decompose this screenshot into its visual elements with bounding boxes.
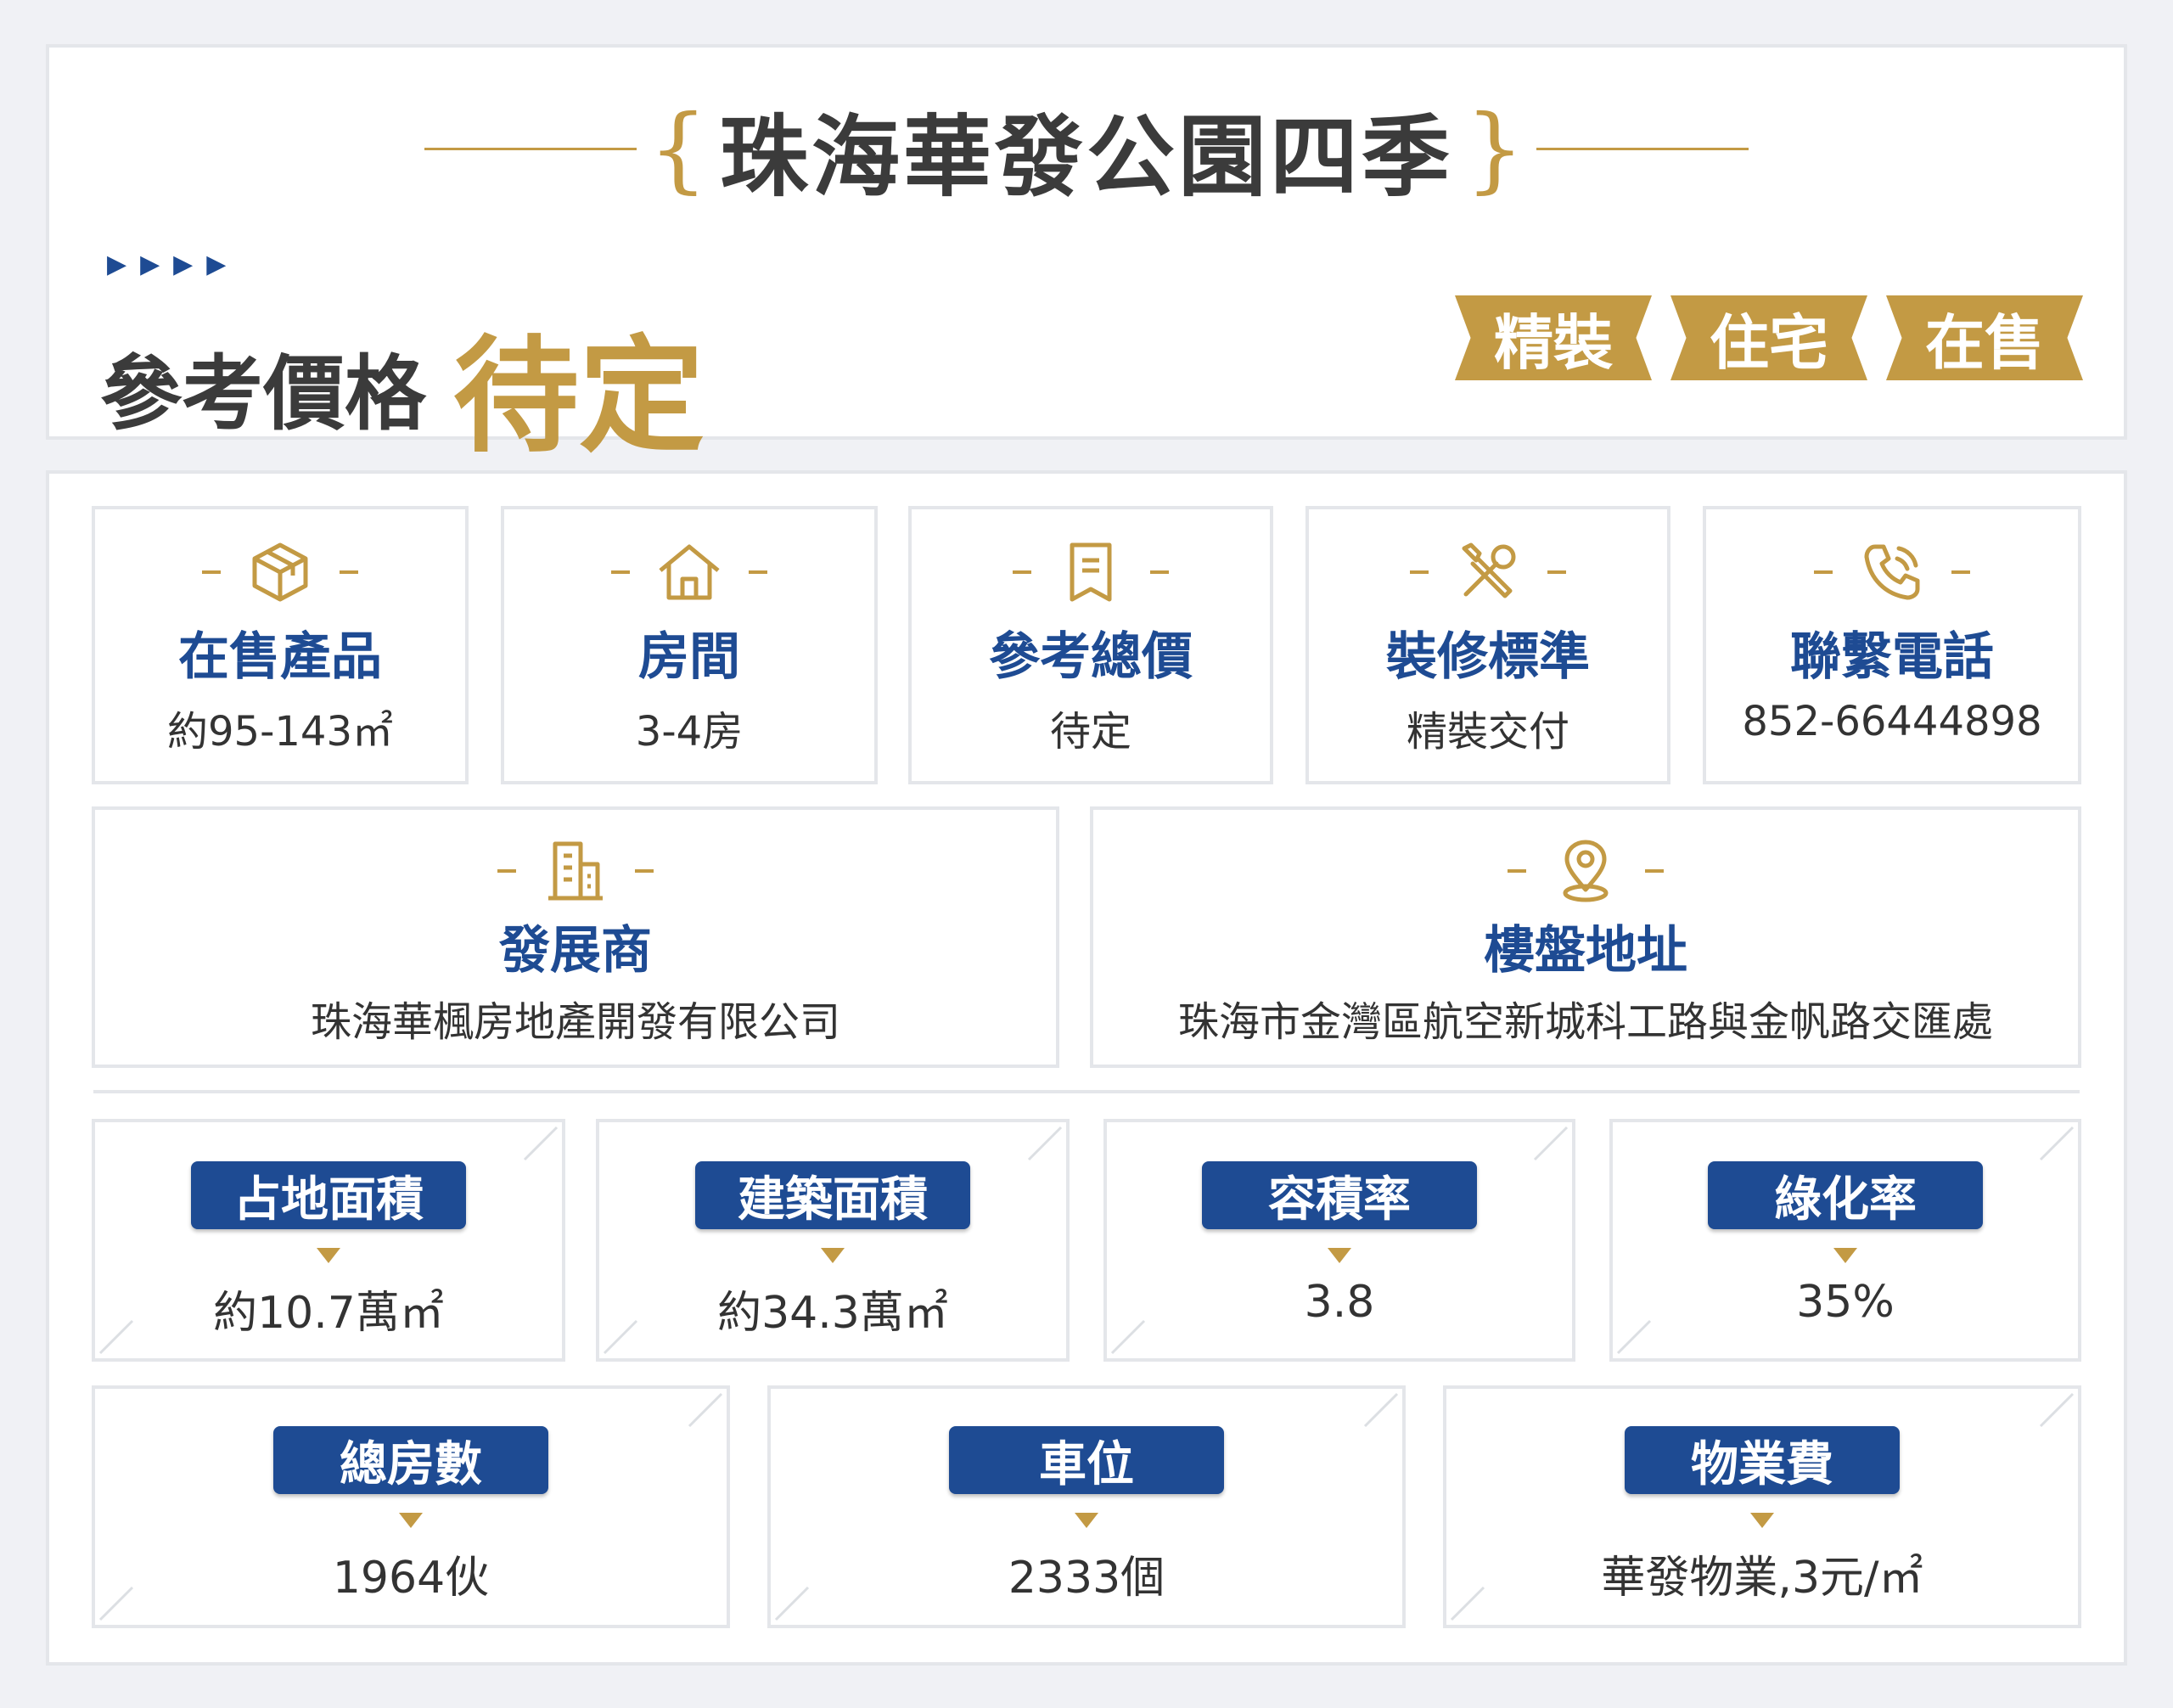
header-panel: { 珠海華發公園四季 } ▶ ▶ ▶ ▶ 參考價格 待定 精裝 住宅 在售 xyxy=(46,44,2127,469)
tools-icon xyxy=(1462,542,1516,598)
left-brace-icon: { xyxy=(648,94,708,203)
stat-management-fee: 物業費 華發物業,3元/㎡ xyxy=(1443,1385,2081,1628)
price-value: 待定 xyxy=(453,323,705,469)
tag-list: 精裝 住宅 在售 xyxy=(1455,295,2083,380)
card-value: 3-4房 xyxy=(635,708,744,756)
corner-mark-icon xyxy=(98,1586,134,1621)
card-value: 精裝交付 xyxy=(1406,708,1569,756)
stat-label: 占地面積 xyxy=(191,1161,466,1229)
phone-icon xyxy=(1864,544,1920,600)
down-triangle-icon xyxy=(1833,1248,1857,1263)
box-icon xyxy=(252,542,308,602)
stat-parking: 車位 2333個 xyxy=(767,1385,1406,1628)
stat-value: 1964伙 xyxy=(332,1553,490,1604)
triangle-right-icon: ▶ xyxy=(206,250,227,279)
stat-value: 約10.7萬㎡ xyxy=(213,1288,444,1339)
stat-label: 物業費 xyxy=(1625,1426,1900,1494)
right-brace-icon: } xyxy=(1465,94,1524,203)
corner-mark-icon xyxy=(1450,1586,1485,1621)
stat-floor-area: 建築面積 約34.3萬㎡ xyxy=(596,1119,1070,1362)
stat-label: 綠化率 xyxy=(1708,1161,1983,1229)
card-label: 發展商 xyxy=(499,921,652,980)
corner-mark-icon xyxy=(1027,1126,1063,1161)
stat-label: 總房數 xyxy=(273,1426,548,1494)
info-card-decoration: 裝修標準 精裝交付 xyxy=(1305,506,1670,784)
card-value: 待定 xyxy=(1049,708,1131,756)
info-card-rooms: 房間 3-4房 xyxy=(501,506,878,784)
triangle-right-icon: ▶ xyxy=(107,250,127,279)
corner-mark-icon xyxy=(2039,1126,2075,1161)
stat-label: 車位 xyxy=(949,1426,1224,1494)
receipt-icon xyxy=(1070,542,1112,602)
corner-mark-icon xyxy=(98,1319,134,1355)
triangle-right-icon: ▶ xyxy=(140,250,160,279)
stat-label: 建築面積 xyxy=(695,1161,970,1229)
title-line-right xyxy=(1536,147,1749,150)
card-label: 裝修標準 xyxy=(1386,627,1590,687)
card-label: 房間 xyxy=(638,627,740,687)
tag-status: 在售 xyxy=(1886,295,2083,380)
address-card: 樓盤地址 珠海市金灣區航空新城科工路與金帆路交匯處 xyxy=(1090,806,2081,1068)
location-pin-icon xyxy=(1563,840,1609,902)
info-card-total-price: 參考總價 待定 xyxy=(908,506,1273,784)
card-label: 參考總價 xyxy=(989,627,1193,687)
down-triangle-icon xyxy=(399,1513,423,1528)
card-value: 852-66444898 xyxy=(1742,698,2042,745)
stat-plot-ratio: 容積率 3.8 xyxy=(1103,1119,1575,1362)
corner-mark-icon xyxy=(774,1586,810,1621)
stat-total-units: 總房數 1964伙 xyxy=(92,1385,730,1628)
corner-mark-icon xyxy=(1110,1319,1146,1355)
corner-mark-icon xyxy=(1616,1319,1652,1355)
stat-value: 約34.3萬㎡ xyxy=(717,1288,948,1339)
info-card-product: 在售產品 約95-143㎡ xyxy=(92,506,469,784)
building-icon xyxy=(548,841,603,901)
corner-mark-icon xyxy=(2039,1392,2075,1428)
down-triangle-icon xyxy=(1075,1513,1098,1528)
stat-site-area: 占地面積 約10.7萬㎡ xyxy=(92,1119,565,1362)
down-triangle-icon xyxy=(1750,1513,1774,1528)
title-line-left xyxy=(424,147,637,150)
card-label: 樓盤地址 xyxy=(1484,921,1687,980)
tag-type: 住宅 xyxy=(1670,295,1867,380)
corner-mark-icon xyxy=(688,1392,723,1428)
house-icon xyxy=(659,544,720,600)
stat-value: 華發物業,3元/㎡ xyxy=(1601,1553,1923,1604)
corner-mark-icon xyxy=(1533,1126,1569,1161)
stat-value: 2333個 xyxy=(1008,1553,1165,1604)
down-triangle-icon xyxy=(821,1248,845,1263)
price-label: 參考價格 xyxy=(100,346,426,441)
stat-green-ratio: 綠化率 35% xyxy=(1609,1119,2081,1362)
info-card-phone: 聯繫電話 852-66444898 xyxy=(1703,506,2081,784)
card-value: 珠海華楓房地產開發有限公司 xyxy=(310,998,840,1046)
title-row: { 珠海華發公園四季 } xyxy=(49,93,2124,209)
down-triangle-icon xyxy=(1328,1248,1351,1263)
stat-value: 3.8 xyxy=(1304,1277,1375,1328)
card-label: 聯繫電話 xyxy=(1790,627,1994,687)
arrow-icons: ▶ ▶ ▶ ▶ xyxy=(107,250,226,279)
card-value: 約95-143㎡ xyxy=(166,708,394,756)
card-value: 珠海市金灣區航空新城科工路與金帆路交匯處 xyxy=(1177,998,1993,1046)
stat-label: 容積率 xyxy=(1202,1161,1477,1229)
page-title: 珠海華發公園四季 xyxy=(719,104,1453,209)
corner-mark-icon xyxy=(603,1319,638,1355)
corner-mark-icon xyxy=(1363,1392,1399,1428)
developer-card: 發展商 珠海華楓房地產開發有限公司 xyxy=(92,806,1059,1068)
corner-mark-icon xyxy=(523,1126,559,1161)
triangle-right-icon: ▶ xyxy=(173,250,194,279)
tag-finish: 精裝 xyxy=(1455,295,1652,380)
section-divider xyxy=(93,1090,2080,1093)
stat-value: 35% xyxy=(1796,1277,1895,1328)
card-label: 在售產品 xyxy=(178,627,382,687)
down-triangle-icon xyxy=(317,1248,340,1263)
